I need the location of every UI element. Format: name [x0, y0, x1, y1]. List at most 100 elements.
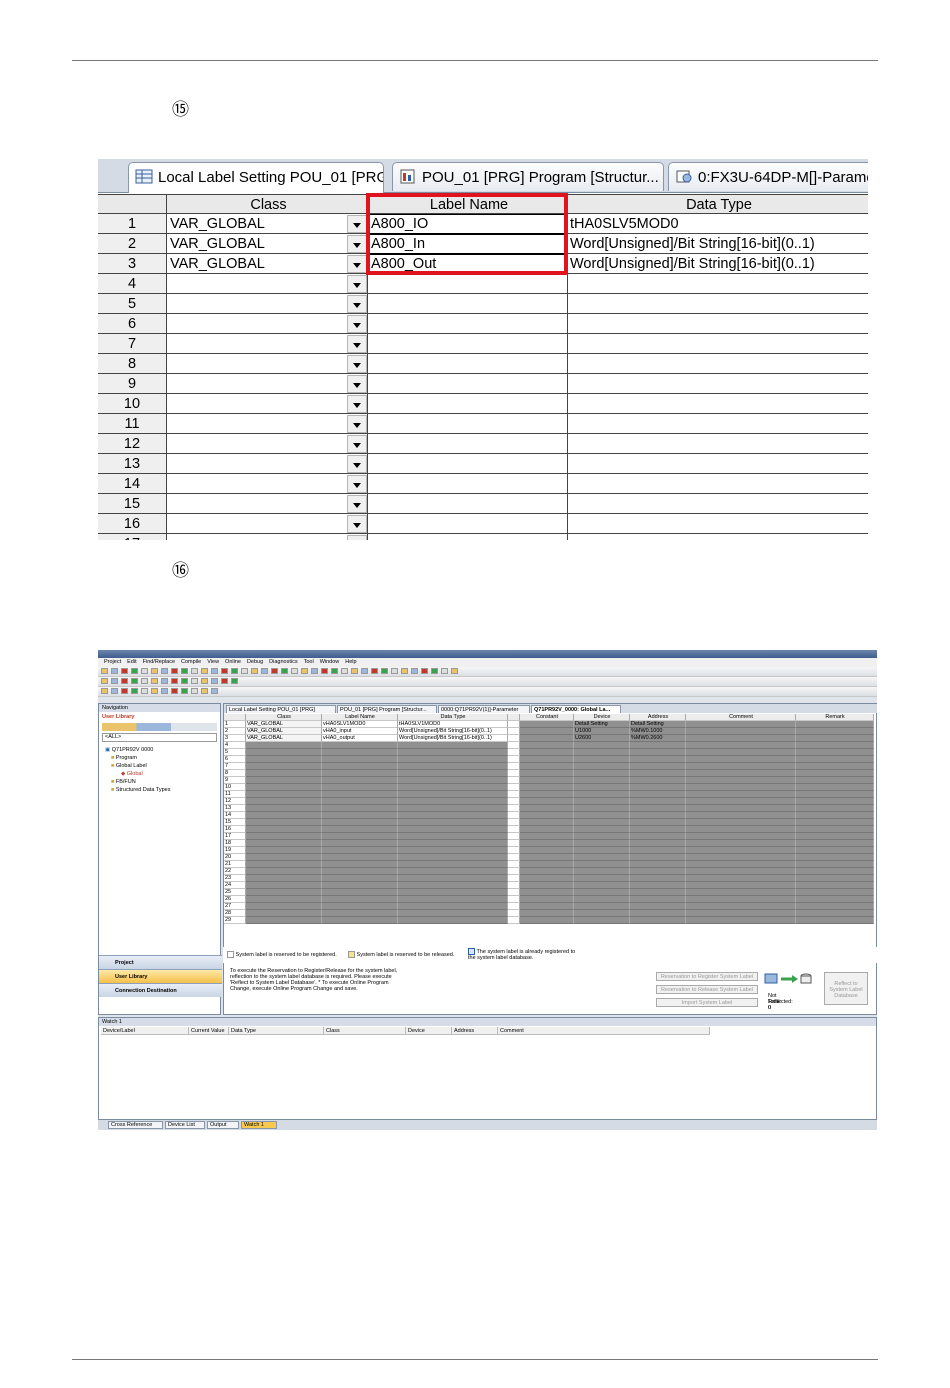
grid-cell[interactable] — [520, 889, 574, 896]
label-name-cell[interactable] — [368, 454, 568, 474]
editor-tab[interactable]: Local Label Setting POU_01 [PRG] — [226, 705, 336, 713]
grid-cell[interactable] — [630, 763, 686, 770]
grid-cell[interactable] — [322, 889, 398, 896]
toolbar-button-icon[interactable] — [431, 668, 438, 674]
toolbar-button-icon[interactable] — [211, 688, 218, 694]
grid-cell[interactable] — [686, 903, 796, 910]
grid-cell[interactable] — [630, 819, 686, 826]
toolbar-button-icon[interactable] — [421, 668, 428, 674]
data-type-cell[interactable]: Word[Unsigned]/Bit String[16-bit](0..1) — [568, 254, 868, 274]
column-header[interactable] — [224, 714, 246, 721]
toolbar-button-icon[interactable] — [201, 668, 208, 674]
import-system-label-button[interactable]: Import System Label — [656, 998, 758, 1007]
grid-cell[interactable] — [508, 784, 520, 791]
grid-cell[interactable] — [398, 903, 508, 910]
data-type-cell[interactable] — [568, 514, 868, 534]
data-type-cell[interactable] — [568, 294, 868, 314]
grid-cell[interactable] — [520, 735, 574, 742]
grid-cell[interactable] — [796, 777, 874, 784]
toolbar-button-icon[interactable] — [391, 668, 398, 674]
grid-cell[interactable] — [508, 777, 520, 784]
class-cell[interactable] — [167, 314, 368, 334]
tree-item[interactable]: ■ Global Label — [103, 762, 220, 770]
tree-item[interactable]: ■ Structured Data Types — [103, 786, 220, 794]
grid-cell[interactable] — [796, 861, 874, 868]
grid-cell[interactable] — [398, 910, 508, 917]
grid-cell[interactable] — [508, 735, 520, 742]
tab-local-label-setting[interactable]: Local Label Setting POU_01 [PRG] — [128, 162, 384, 193]
grid-cell[interactable] — [686, 812, 796, 819]
menu-item[interactable]: Diagnostics — [269, 659, 297, 665]
grid-cell[interactable] — [686, 882, 796, 889]
grid-cell[interactable] — [574, 749, 630, 756]
grid-cell[interactable] — [322, 875, 398, 882]
grid-cell[interactable] — [398, 812, 508, 819]
nav-button-user-library[interactable]: User Library — [99, 969, 222, 983]
grid-cell[interactable] — [520, 903, 574, 910]
grid-cell[interactable] — [520, 847, 574, 854]
grid-cell[interactable] — [322, 917, 398, 924]
reserve-release-button[interactable]: Reservation to Release System Label — [656, 985, 758, 994]
data-type-cell[interactable] — [568, 474, 868, 494]
grid-cell[interactable] — [520, 770, 574, 777]
toolbar-button-icon[interactable] — [101, 678, 108, 684]
grid-cell[interactable] — [574, 763, 630, 770]
grid-cell[interactable] — [796, 735, 874, 742]
menu-item[interactable]: Edit — [127, 659, 136, 665]
grid-cell[interactable] — [520, 756, 574, 763]
column-header[interactable]: Remark — [796, 714, 874, 721]
grid-cell[interactable] — [246, 847, 322, 854]
grid-cell[interactable] — [796, 791, 874, 798]
grid-cell[interactable] — [686, 735, 796, 742]
data-type-cell[interactable] — [568, 394, 868, 414]
grid-cell[interactable] — [322, 826, 398, 833]
class-cell[interactable] — [167, 294, 368, 314]
grid-cell[interactable] — [630, 847, 686, 854]
class-cell[interactable]: VAR_GLOBAL — [167, 234, 368, 254]
grid-cell[interactable]: vHA0SLV1MOD0 — [322, 721, 398, 728]
grid-cell[interactable] — [796, 882, 874, 889]
grid-cell[interactable] — [322, 763, 398, 770]
grid-cell[interactable] — [508, 854, 520, 861]
grid-cell[interactable] — [246, 903, 322, 910]
class-dropdown-arrow-icon[interactable] — [347, 355, 367, 373]
grid-cell[interactable] — [630, 756, 686, 763]
editor-tab[interactable]: 0000:Q71PR92V(1)]-Parameter — [438, 705, 530, 713]
grid-cell[interactable] — [520, 840, 574, 847]
toolbar-button-icon[interactable] — [211, 678, 218, 684]
grid-cell[interactable] — [398, 833, 508, 840]
toolbar-button-icon[interactable] — [131, 668, 138, 674]
nav-button-project[interactable]: Project — [99, 955, 222, 969]
label-name-cell[interactable] — [368, 314, 568, 334]
grid-cell[interactable] — [398, 763, 508, 770]
grid-cell[interactable] — [398, 840, 508, 847]
grid-cell[interactable] — [508, 903, 520, 910]
grid-cell[interactable] — [574, 784, 630, 791]
toolbar-button-icon[interactable] — [141, 668, 148, 674]
grid-cell[interactable] — [398, 742, 508, 749]
grid-cell[interactable] — [398, 777, 508, 784]
toolbar-button-icon[interactable] — [201, 688, 208, 694]
class-dropdown-arrow-icon[interactable] — [347, 275, 367, 293]
data-type-cell[interactable] — [568, 334, 868, 354]
bottom-tab[interactable]: Output — [207, 1121, 239, 1129]
grid-cell[interactable] — [322, 784, 398, 791]
grid-cell[interactable] — [630, 784, 686, 791]
grid-cell[interactable] — [630, 889, 686, 896]
grid-cell[interactable]: VAR_GLOBAL — [246, 735, 322, 742]
grid-cell[interactable] — [398, 756, 508, 763]
grid-cell[interactable] — [322, 791, 398, 798]
watch-column-header[interactable]: Current Value — [189, 1027, 229, 1035]
grid-cell[interactable] — [686, 875, 796, 882]
grid-cell[interactable] — [322, 861, 398, 868]
grid-cell[interactable] — [630, 882, 686, 889]
grid-cell[interactable] — [796, 854, 874, 861]
toolbar-button-icon[interactable] — [201, 678, 208, 684]
label-name-cell[interactable] — [368, 414, 568, 434]
grid-cell[interactable] — [796, 756, 874, 763]
column-header[interactable]: Class — [246, 714, 322, 721]
column-header[interactable] — [508, 714, 520, 721]
grid-cell[interactable] — [398, 791, 508, 798]
grid-cell[interactable] — [322, 812, 398, 819]
toolbar-button-icon[interactable] — [221, 678, 228, 684]
